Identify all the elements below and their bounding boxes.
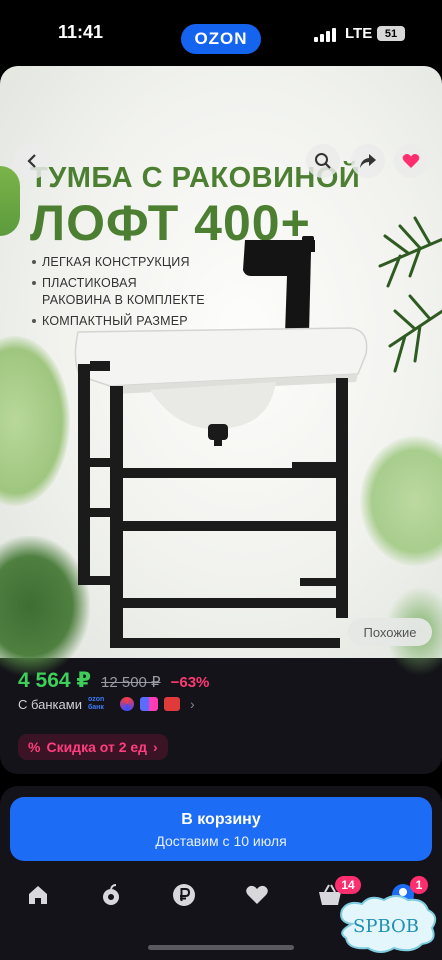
status-time: 11:41 (58, 22, 104, 42)
promo-discount-chip[interactable]: % Скидка от 2 ед › (18, 734, 168, 760)
battery-icon: 51 (377, 26, 405, 41)
bank-logo-icon (119, 697, 134, 711)
percent-icon: % (28, 739, 41, 755)
search-button[interactable] (306, 144, 340, 178)
search-icon (315, 153, 331, 169)
chevron-right-icon: › (189, 696, 195, 712)
tab-finance[interactable] (171, 882, 197, 908)
tab-home[interactable] (25, 882, 51, 908)
ozon-logo: OZON (181, 24, 261, 54)
bank-logo-icon (139, 697, 158, 711)
chevron-left-icon (27, 154, 36, 168)
sink-vanity-illustration (74, 236, 368, 648)
delivery-date: Доставим с 10 июля (155, 833, 287, 849)
spbob-watermark: SPBOB (340, 895, 437, 953)
product-image[interactable]: ТУМБА С РАКОВИНОЙ ЛОФТ 400+ ЛЕГКАЯ КОНСТ… (0, 66, 442, 676)
promo-label: Скидка от 2 ед (46, 739, 148, 755)
ozon-bank-line2: банк (87, 704, 104, 711)
chevron-right-icon: › (153, 739, 158, 755)
ozon-bank-line1: ozon (87, 696, 105, 703)
banks-label: С банками (18, 696, 82, 712)
home-indicator (148, 945, 294, 950)
share-button[interactable] (351, 144, 385, 178)
leaf-decoration (0, 166, 20, 236)
leaf-decoration (360, 436, 442, 566)
bank-logo-icon (163, 697, 180, 711)
home-icon (29, 886, 47, 904)
heart-icon (246, 885, 268, 904)
ozon-bank-logo: ozon банк (88, 696, 114, 712)
add-to-cart-button[interactable]: В корзину Доставим с 10 июля (10, 797, 432, 861)
similar-button[interactable]: Похожие (348, 618, 432, 646)
old-price: 12 500 ₽ (101, 674, 161, 691)
add-to-cart-label: В корзину (181, 811, 261, 828)
share-icon (360, 154, 376, 168)
back-button[interactable] (14, 143, 50, 179)
bank-offers-row[interactable]: С банками ozon банк › (18, 696, 195, 712)
favorite-button[interactable] (394, 144, 428, 178)
current-price: 4 564 ₽ (18, 669, 91, 692)
leaf-decoration (0, 336, 70, 506)
watermark-text: SPBOB (353, 916, 419, 937)
network-type: LTE (345, 25, 373, 42)
status-bar: 11:41 OZON LTE 51 (0, 0, 442, 66)
heart-icon (402, 154, 420, 168)
signal-icon (314, 28, 338, 42)
tab-favorites[interactable] (244, 882, 270, 908)
price-row: 4 564 ₽ 12 500 ₽ −63% (18, 668, 209, 693)
palm-leaves (378, 216, 442, 373)
tab-catalog[interactable] (98, 882, 124, 908)
discount-percent: −63% (170, 674, 210, 691)
fruit-icon (103, 884, 119, 905)
ruble-icon (173, 884, 195, 906)
